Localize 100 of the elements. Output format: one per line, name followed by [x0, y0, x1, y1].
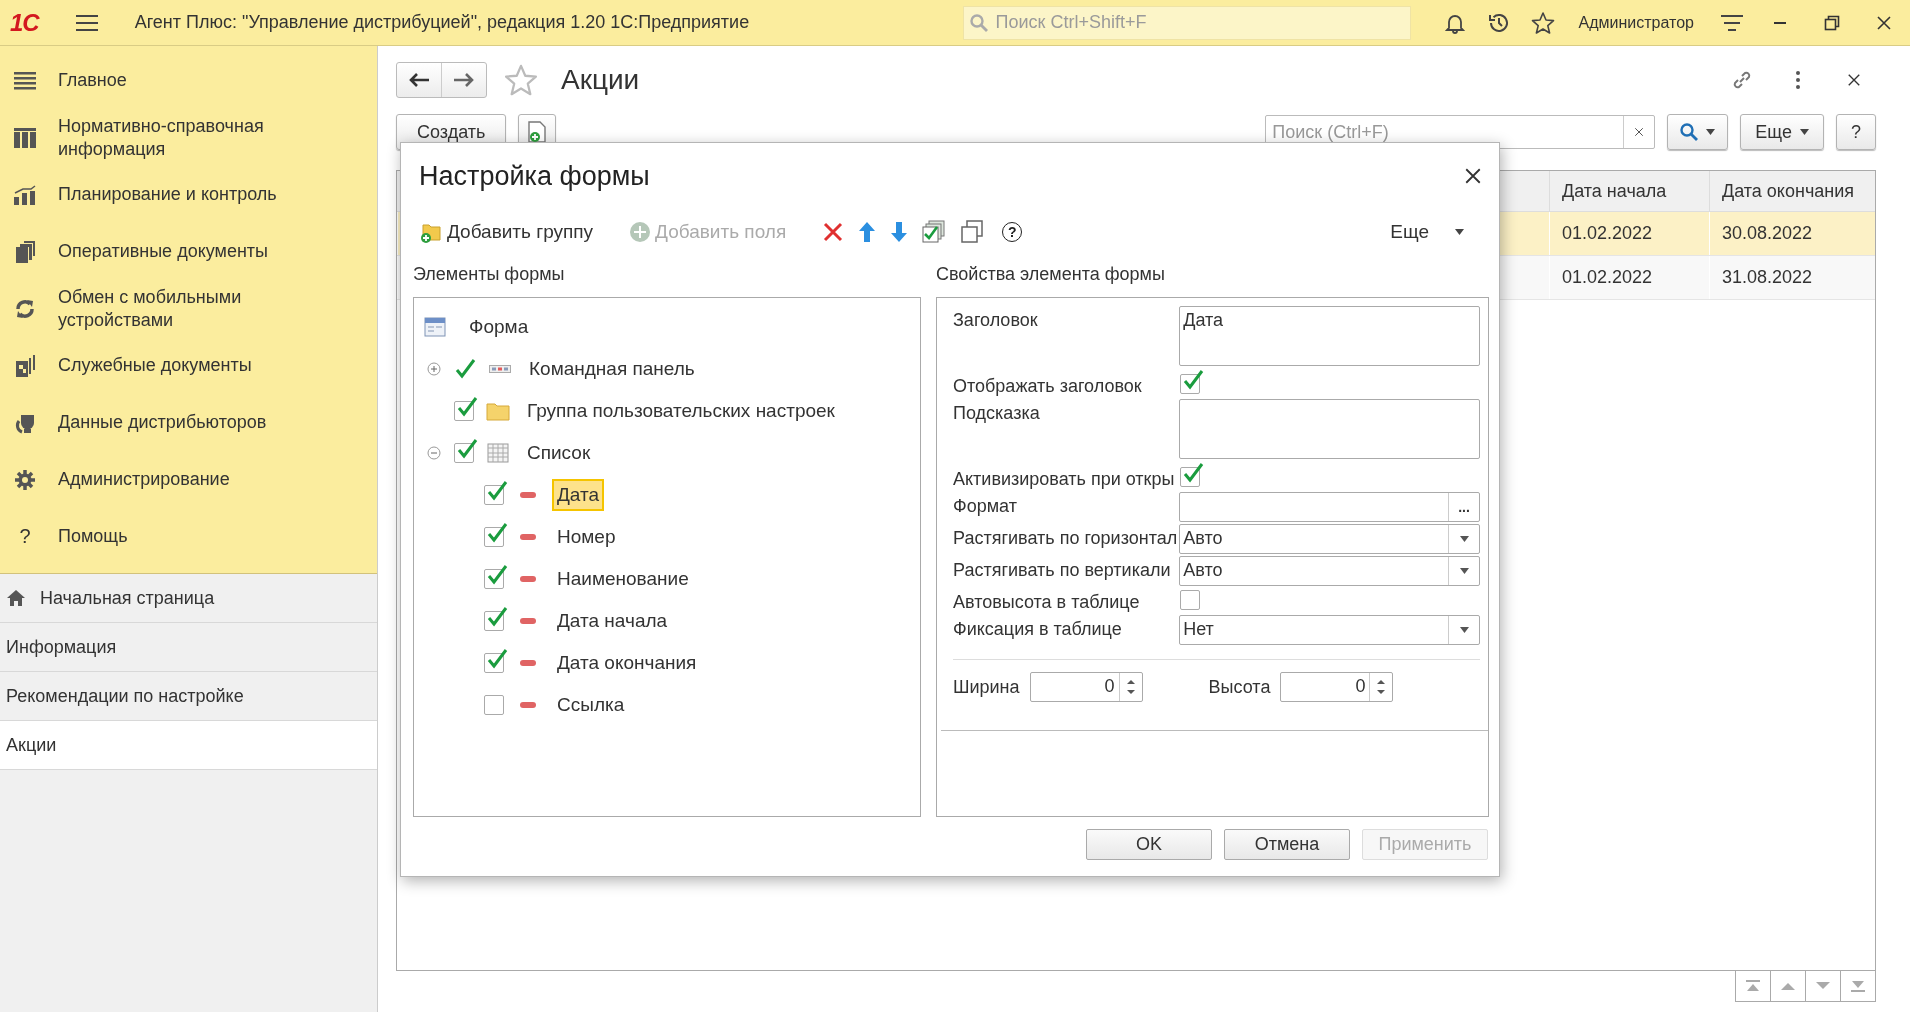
search-icon: [1680, 123, 1699, 141]
more-menu-button[interactable]: Еще: [1740, 114, 1824, 150]
checkmark[interactable]: [454, 358, 476, 380]
tree-item[interactable]: Дата начала: [552, 605, 673, 637]
form-title: Акции: [561, 64, 640, 96]
section-item[interactable]: Планирование и контроль: [0, 166, 377, 223]
dropdown-field[interactable]: Авто: [1179, 556, 1480, 586]
tree-item[interactable]: Дата окончания: [552, 647, 702, 679]
app-logo[interactable]: 1С: [10, 8, 39, 37]
spin-arrows-icon: [1376, 677, 1387, 697]
number-field[interactable]: 0: [1029, 672, 1143, 702]
section-item[interactable]: Оперативные документы: [0, 223, 377, 280]
field-icon: [519, 533, 537, 541]
column-header[interactable]: Дата окончания: [1709, 171, 1875, 211]
caret-icon: [1459, 536, 1469, 542]
field-icon: [519, 575, 537, 583]
forward-arrow-icon: [453, 72, 475, 88]
scroll-bottom-button[interactable]: [1840, 971, 1876, 1002]
scroll-top-button[interactable]: [1735, 971, 1771, 1002]
property-label: Ширина: [953, 676, 1021, 698]
checklist-icon: [922, 220, 947, 244]
add-circle-icon: [629, 221, 652, 243]
more-menu-button[interactable]: Еще: [1390, 221, 1464, 243]
input-field[interactable]: ...: [1179, 492, 1480, 522]
window-title: Агент Плюс: "Управление дистрибуцией", редакция 1.20 1С:Предприятие: [134, 12, 750, 33]
caret-icon: [1800, 129, 1809, 135]
down-icon: [1815, 981, 1831, 991]
property-label: Формат: [953, 495, 1018, 517]
restore-icon: [1824, 14, 1840, 31]
tree-item[interactable]: Форма: [464, 311, 534, 343]
section-item[interactable]: Служебные документы: [0, 337, 377, 394]
panel-title: Элементы формы: [413, 262, 566, 286]
panel-title: Свойства элемента формы: [936, 262, 1166, 286]
property-label: Автовысота в таблице: [953, 591, 1141, 613]
documents-icon: [14, 354, 36, 377]
spin-arrows-icon: [1125, 677, 1136, 697]
dialog-button[interactable]: Отмена: [1224, 829, 1350, 860]
dropdown-field[interactable]: Авто: [1179, 524, 1480, 554]
form-icon: [424, 317, 446, 337]
column-header[interactable]: Дата начала: [1549, 171, 1709, 211]
search-button[interactable]: [1667, 114, 1729, 150]
add-group-button[interactable]: Добавить группу: [419, 215, 594, 249]
help-button[interactable]: ?: [998, 215, 1023, 249]
section-item[interactable]: ? Помощь: [0, 508, 377, 565]
section-item[interactable]: Главное: [0, 52, 377, 109]
section-item[interactable]: Нормативно-справочная информация: [0, 109, 377, 166]
field-icon: [519, 701, 537, 709]
property-label: Растягивать по горизонтал: [953, 527, 1179, 549]
section-item[interactable]: Администрирование: [0, 451, 377, 508]
checkbox[interactable]: [484, 695, 504, 715]
table-icon: [487, 443, 509, 463]
minimize-icon: [1774, 21, 1786, 24]
search-field[interactable]: Поиск (Ctrl+F): [1265, 115, 1656, 149]
table-cell: 30.08.2022: [1722, 223, 1813, 244]
link-icon: [1731, 69, 1753, 91]
dropdown-field[interactable]: Нет: [1179, 615, 1480, 645]
expand-icon[interactable]: [427, 362, 441, 376]
number-field[interactable]: 0: [1280, 672, 1394, 702]
search-input[interactable]: Поиск Ctrl+Shift+F: [993, 11, 1404, 34]
filter-lines-icon: [1721, 13, 1743, 32]
field-icon: [519, 617, 537, 625]
collapse-icon[interactable]: [427, 446, 441, 460]
property-label: Отображать заголовок: [953, 375, 1143, 397]
tree-item[interactable]: Дата: [552, 479, 605, 511]
tree-item[interactable]: Список: [522, 437, 596, 469]
home-icon: [6, 589, 26, 607]
folder-icon: [486, 401, 510, 421]
dialog-title: Настройка формы: [419, 160, 650, 192]
tree-item[interactable]: Группа пользовательских настроек: [522, 395, 840, 427]
tree-item[interactable]: Наименование: [552, 563, 694, 595]
toolbar-icon: [489, 363, 511, 375]
open-page-tab[interactable]: Акции: [0, 721, 377, 770]
close-icon: [1464, 167, 1482, 185]
tree-item[interactable]: Номер: [552, 521, 621, 553]
section-item[interactable]: Обмен с мобильными устройствами: [0, 280, 377, 337]
table-cell: 31.08.2022: [1722, 267, 1813, 288]
more-icon: [1795, 70, 1801, 90]
bottom-icon: [1850, 980, 1866, 992]
menu-icon: [75, 13, 98, 32]
caret-icon: [1706, 129, 1716, 135]
choose-button[interactable]: ...: [1448, 493, 1479, 521]
close-icon: [1847, 73, 1861, 87]
checkbox[interactable]: [1180, 590, 1201, 610]
dialog-button[interactable]: OK: [1086, 829, 1212, 860]
tree-item[interactable]: Ссылка: [552, 689, 630, 721]
help-button[interactable]: ?: [1836, 114, 1876, 150]
user-name[interactable]: Администратор: [1578, 13, 1694, 32]
property-label: Активизировать при откры: [953, 468, 1176, 490]
section-item[interactable]: Данные дистрибьюторов: [0, 394, 377, 451]
property-label: Подсказка: [953, 402, 1041, 424]
settings-icon: [14, 468, 36, 491]
text-area[interactable]: [1179, 399, 1480, 459]
search-field[interactable]: Поиск Ctrl+Shift+F: [962, 5, 1411, 40]
star-icon: [1530, 10, 1555, 35]
tree-item[interactable]: Командная панель: [524, 353, 700, 385]
text-area[interactable]: Дата: [1179, 306, 1480, 366]
sync-icon: [14, 297, 36, 320]
arrow-up-icon: [858, 221, 877, 243]
close-button[interactable]: [1464, 167, 1482, 185]
arrow-down-icon: [890, 221, 909, 243]
